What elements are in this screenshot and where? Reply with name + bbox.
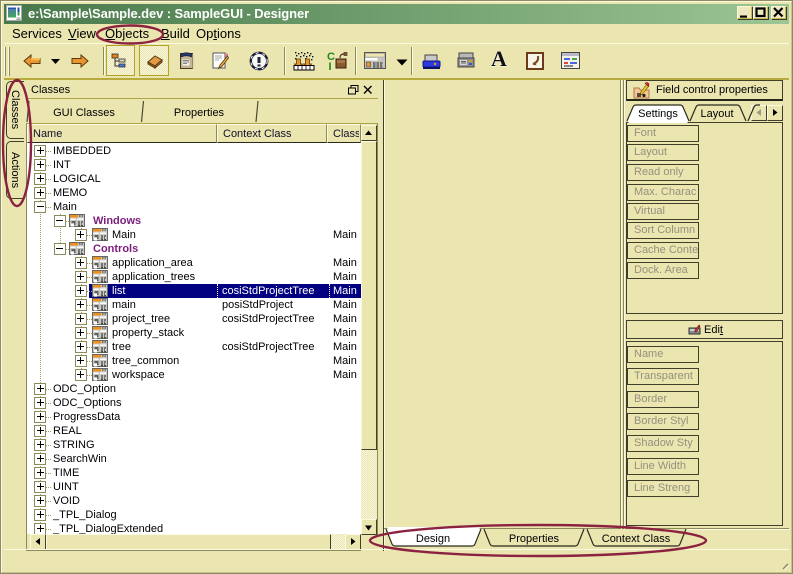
svg-text:I: I [329, 61, 332, 71]
svg-text:A: A [491, 49, 507, 71]
